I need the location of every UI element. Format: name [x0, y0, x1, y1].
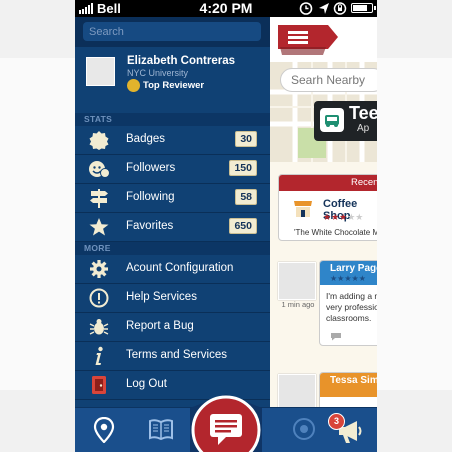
- sidebar-item-following[interactable]: Following 58: [75, 184, 270, 213]
- profile-university: NYC University: [127, 68, 189, 78]
- reviewer-name: Tessa Simo: [330, 375, 377, 386]
- book-icon: [149, 419, 173, 441]
- review-text: I'm adding a n very professio classrooms…: [326, 291, 377, 323]
- sidebar-item-account-configuration[interactable]: Acount Configuration: [75, 255, 270, 284]
- followers-count: 150: [229, 160, 257, 176]
- target-icon: [293, 418, 315, 440]
- badge-icon: [89, 131, 109, 150]
- phone-screen: Bell 4:20 PM Elizabeth Contreras NYC Uni…: [75, 0, 377, 452]
- help-icon: [89, 288, 109, 308]
- sidebar-item-label: Log Out: [126, 378, 167, 390]
- review-header: Tessa Simo: [320, 373, 377, 397]
- badges-count: 30: [235, 131, 257, 147]
- sidebar-search-bar: [75, 17, 270, 47]
- recent-card[interactable]: Recent Coffee Shop ★★★★★ 'The White Choc…: [278, 174, 377, 241]
- recent-quote: 'The White Chocolate M: [294, 228, 377, 237]
- sidebar-item-label: Terms and Services: [126, 349, 227, 361]
- notification-badge: 3: [328, 413, 345, 430]
- search-nearby-input[interactable]: Searh Nearby: [280, 68, 377, 92]
- shop-icon: [294, 201, 312, 217]
- search-input[interactable]: [83, 22, 261, 41]
- sidebar-item-label: Help Services: [126, 291, 197, 303]
- avatar[interactable]: [86, 57, 115, 86]
- main-panel: Searh Nearby Tee Ap Recent Coffee Shop ★…: [270, 17, 377, 407]
- following-count: 58: [235, 189, 257, 205]
- location-arrow-icon: [319, 3, 329, 14]
- avatar[interactable]: [278, 374, 316, 407]
- tab-location[interactable]: [75, 408, 135, 452]
- profile-rank: Top Reviewer: [143, 80, 205, 91]
- map-callout[interactable]: Tee Ap: [314, 101, 377, 141]
- gear-icon: [90, 260, 108, 278]
- review-item[interactable]: 1 min ago Larry Page ★★★★★ I'm adding a …: [278, 260, 377, 353]
- compose-review-button[interactable]: [188, 394, 264, 452]
- review-card[interactable]: Larry Page ★★★★★ I'm adding a n very pro…: [319, 260, 377, 346]
- reviewer-medal-icon: [127, 79, 140, 92]
- reviewer-name: Larry Page: [330, 263, 377, 274]
- sidebar-item-followers[interactable]: Followers 150: [75, 155, 270, 184]
- tab-announcements[interactable]: [317, 408, 377, 452]
- sidebar-item-label: Followers: [126, 162, 176, 174]
- logout-icon: [92, 376, 106, 394]
- sidebar-item-label: Badges: [126, 133, 166, 145]
- recent-header: Recent: [279, 175, 377, 191]
- more-section-title: MORE: [75, 242, 270, 255]
- sidebar-item-label: Acount Configuration: [126, 262, 234, 274]
- sidebar-item-label: Report a Bug: [126, 320, 194, 332]
- recent-rating-stars: ★★★★★: [323, 212, 364, 222]
- favorites-count: 650: [229, 218, 257, 234]
- info-icon: [95, 346, 103, 365]
- sidebar-item-report-bug[interactable]: Report a Bug: [75, 313, 270, 342]
- avatar[interactable]: [278, 262, 316, 300]
- main-header: [270, 17, 377, 63]
- sidebar-item-label: Favorites: [126, 220, 174, 232]
- sidebar-item-terms[interactable]: Terms and Services: [75, 342, 270, 371]
- bug-icon: [89, 319, 109, 335]
- tab-guide[interactable]: [130, 408, 190, 452]
- sidebar-menu: Elizabeth Contreras NYC University Top R…: [75, 17, 270, 407]
- status-time: 4:20 PM: [199, 0, 253, 16]
- location-pin-icon: [93, 417, 115, 443]
- signpost-icon: [90, 189, 108, 208]
- stats-section-title: STATS: [75, 113, 270, 126]
- clock-icon: [299, 2, 313, 15]
- menu-ribbon-button[interactable]: [278, 25, 338, 59]
- rotation-lock-icon: [333, 2, 347, 15]
- battery-icon: [351, 3, 376, 13]
- profile-card[interactable]: Elizabeth Contreras NYC University Top R…: [75, 47, 270, 114]
- callout-subtitle: Ap: [357, 123, 370, 134]
- review-header: Larry Page ★★★★★: [320, 261, 377, 285]
- hamburger-icon: [288, 31, 308, 44]
- sidebar-item-favorites[interactable]: Favorites 650: [75, 213, 270, 242]
- callout-title: Tee: [349, 103, 377, 123]
- review-rating-stars: ★★★★★: [330, 274, 366, 283]
- sidebar-item-help-services[interactable]: Help Services: [75, 284, 270, 313]
- profile-name: Elizabeth Contreras: [127, 55, 235, 67]
- review-time-ago: 1 min ago: [281, 300, 315, 309]
- sidebar-item-badges[interactable]: Badges 30: [75, 126, 270, 155]
- sidebar-item-label: Following: [126, 191, 175, 203]
- status-bar: Bell 4:20 PM: [75, 0, 377, 17]
- review-card[interactable]: Tessa Simo: [319, 372, 377, 407]
- review-item[interactable]: Tessa Simo: [278, 372, 377, 407]
- car-icon: [320, 108, 344, 132]
- comment-icon[interactable]: [330, 332, 342, 341]
- followers-icon: [89, 161, 110, 178]
- star-icon: [89, 218, 109, 236]
